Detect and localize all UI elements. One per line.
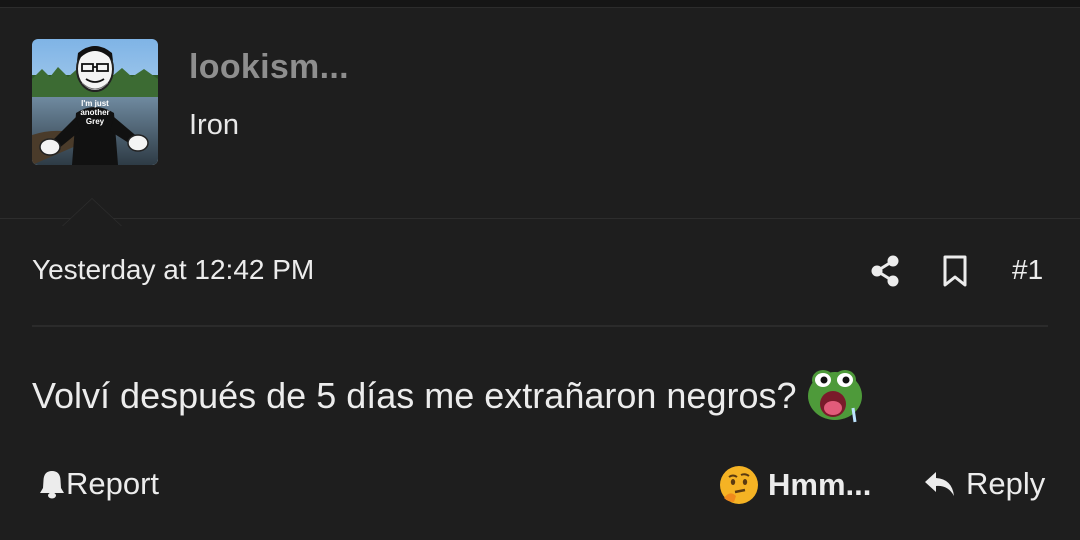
report-label: Report [66, 466, 160, 501]
post-meta-bar: Yesterday at 12:42 PM #1 [32, 250, 1048, 294]
svg-text:I'm just: I'm just [81, 99, 109, 108]
reply-label: Reply [966, 466, 1046, 501]
thinking-face-icon [720, 466, 758, 504]
post-date-link[interactable]: Yesterday at 12:42 PM [32, 254, 314, 286]
reaction-button[interactable]: Hmm... [718, 464, 871, 506]
top-border [0, 0, 1080, 8]
user-block-caret [62, 198, 122, 226]
post-message: Volví después de 5 días me extrañaron ne… [32, 368, 865, 424]
share-button[interactable] [866, 252, 904, 290]
avatar-image: I'm just another Grey [32, 39, 158, 165]
svg-text:another: another [80, 108, 109, 117]
bookmark-button[interactable] [936, 252, 974, 290]
meta-divider [32, 325, 1048, 327]
share-icon [871, 255, 899, 287]
svg-text:Grey: Grey [86, 117, 105, 126]
user-info-block: I'm just another Grey lookism... Iron [0, 8, 1080, 226]
pepe-pog-emoji [805, 364, 865, 424]
post-message-text: Volví después de 5 días me extrañaron ne… [32, 375, 797, 416]
post-actions-bar: Report Hmm... Reply [32, 462, 1048, 508]
reply-arrow-icon [925, 472, 954, 496]
post-number-link[interactable]: #1 [1012, 254, 1043, 286]
username-link[interactable]: lookism... [189, 48, 349, 87]
report-button[interactable]: Report [38, 466, 159, 502]
post-container: I'm just another Grey lookism... Iron Ye… [0, 0, 1080, 540]
reaction-label: Hmm... [768, 467, 872, 502]
reply-button[interactable]: Reply [922, 466, 1045, 502]
bell-icon [40, 471, 64, 499]
user-avatar[interactable]: I'm just another Grey [32, 39, 158, 165]
user-title: Iron [189, 109, 239, 141]
bookmark-icon [943, 255, 967, 287]
